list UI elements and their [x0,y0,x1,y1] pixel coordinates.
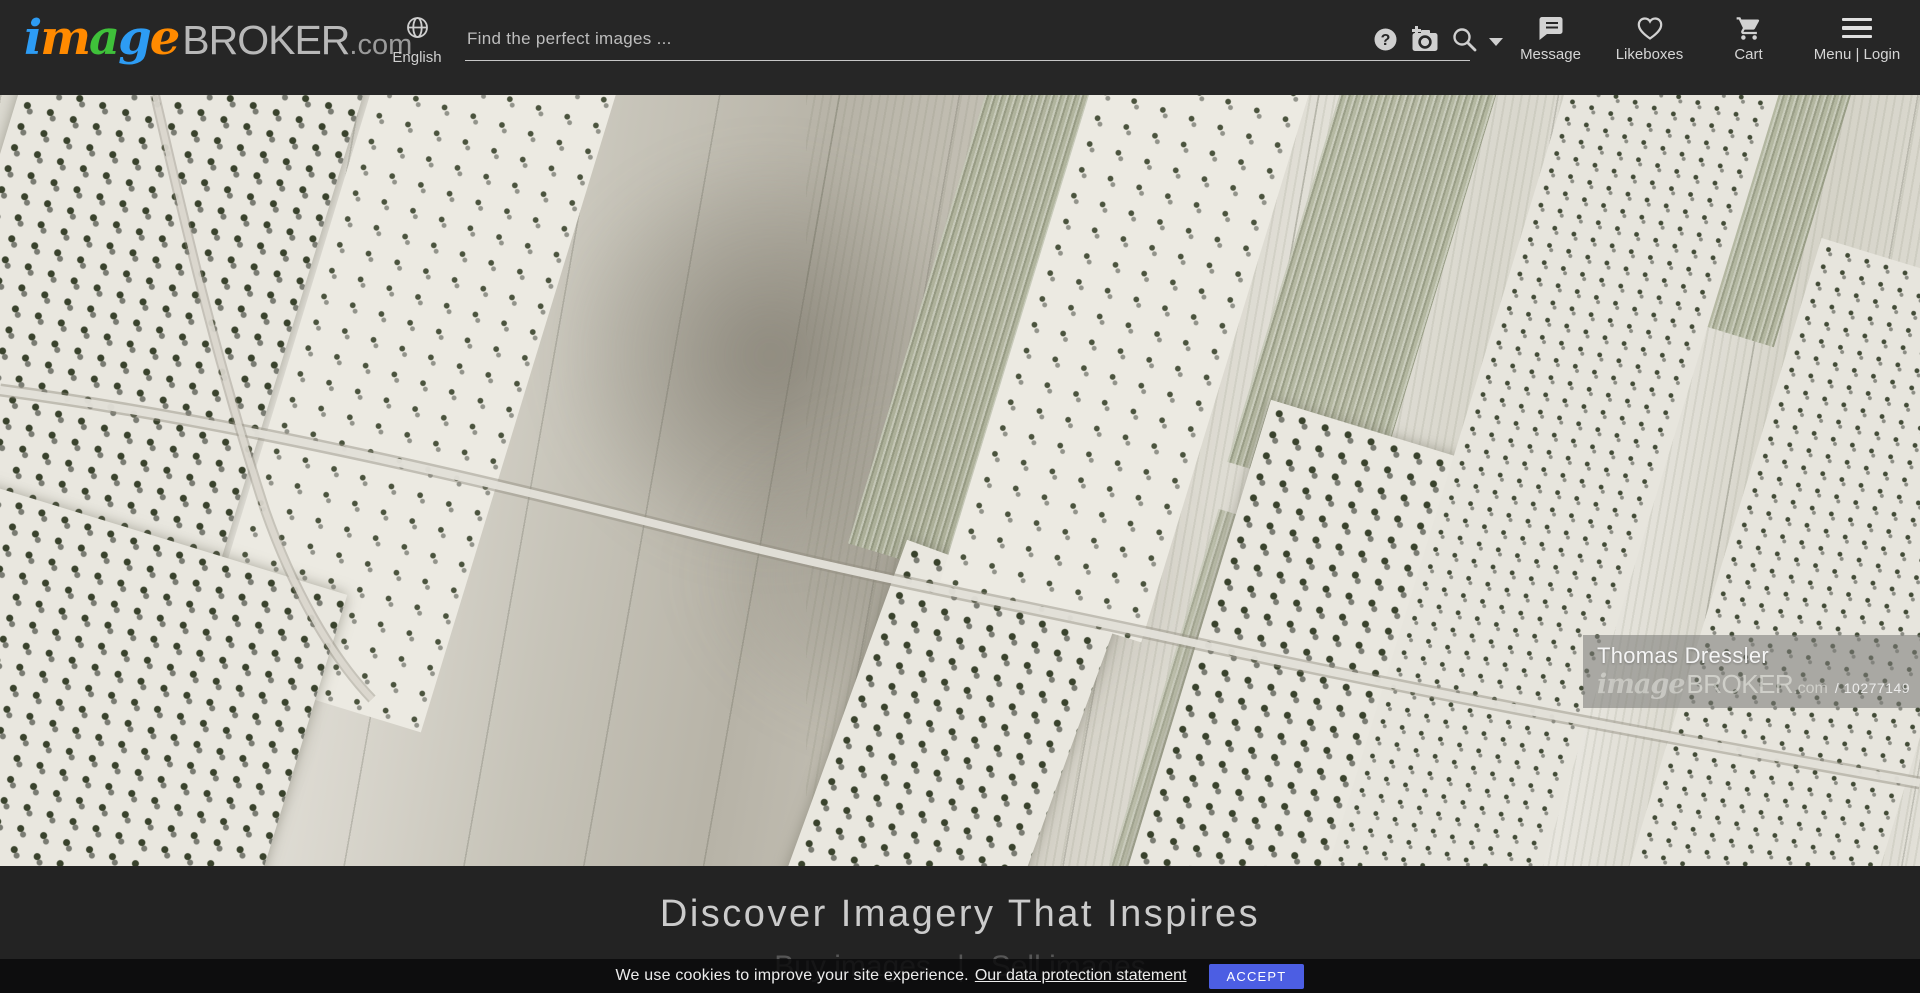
photo-credit-overlay: Thomas Dressler image BROKER .com / 1027… [1583,635,1920,708]
search-zone: ? [465,0,1500,95]
watermark-separator: / [1835,680,1839,696]
globe-icon [404,28,431,45]
accept-cookies-button[interactable]: ACCEPT [1209,964,1305,989]
data-protection-link[interactable]: Our data protection statement [975,967,1187,985]
dirt-roads [0,95,1920,866]
hero-aerial-photo: Thomas Dressler image BROKER .com / 1027… [0,95,1920,866]
language-label: English [375,49,459,66]
logo-caps-word: BROKER [182,17,349,64]
watermark-tld: .com [1793,680,1828,698]
top-nav: Message Likeboxes Cart Menu | Login [1501,13,1916,63]
page-tagline: Discover Imagery That Inspires [0,866,1920,936]
site-logo[interactable]: image BROKER .com [24,10,412,66]
message-icon [1501,13,1600,43]
cart-icon [1699,13,1798,43]
cookie-consent-bar: We use cookies to improve your site expe… [0,959,1920,993]
nav-item-likeboxes[interactable]: Likeboxes [1600,13,1699,63]
language-selector[interactable]: English [375,14,459,66]
cookie-message: We use cookies to improve your site expe… [616,967,969,985]
nav-label: Likeboxes [1600,46,1699,63]
watermark-script: image [1597,669,1684,700]
top-header: image BROKER .com English ? [0,0,1920,95]
nav-item-message[interactable]: Message [1501,13,1600,63]
watermark: image BROKER .com / 10277149 [1597,669,1920,700]
nav-item-cart[interactable]: Cart [1699,13,1798,63]
menu-icon [1798,13,1916,43]
camera-plus-icon[interactable] [1409,26,1440,53]
heart-icon [1600,13,1699,43]
search-icon[interactable] [1451,26,1478,53]
logo-script-word: image [24,10,178,66]
search-underline [465,60,1470,61]
nav-label: Cart [1699,46,1798,63]
watermark-image-id: 10277149 [1844,680,1910,696]
photographer-name: Thomas Dressler [1597,643,1920,669]
search-input[interactable] [465,24,1345,54]
nav-label: Menu | Login [1798,46,1916,63]
watermark-caps: BROKER [1686,669,1793,700]
svg-text:?: ? [1381,32,1391,49]
nav-label: Message [1501,46,1600,63]
nav-item-menu-login[interactable]: Menu | Login [1798,13,1916,63]
help-icon[interactable]: ? [1373,27,1398,52]
